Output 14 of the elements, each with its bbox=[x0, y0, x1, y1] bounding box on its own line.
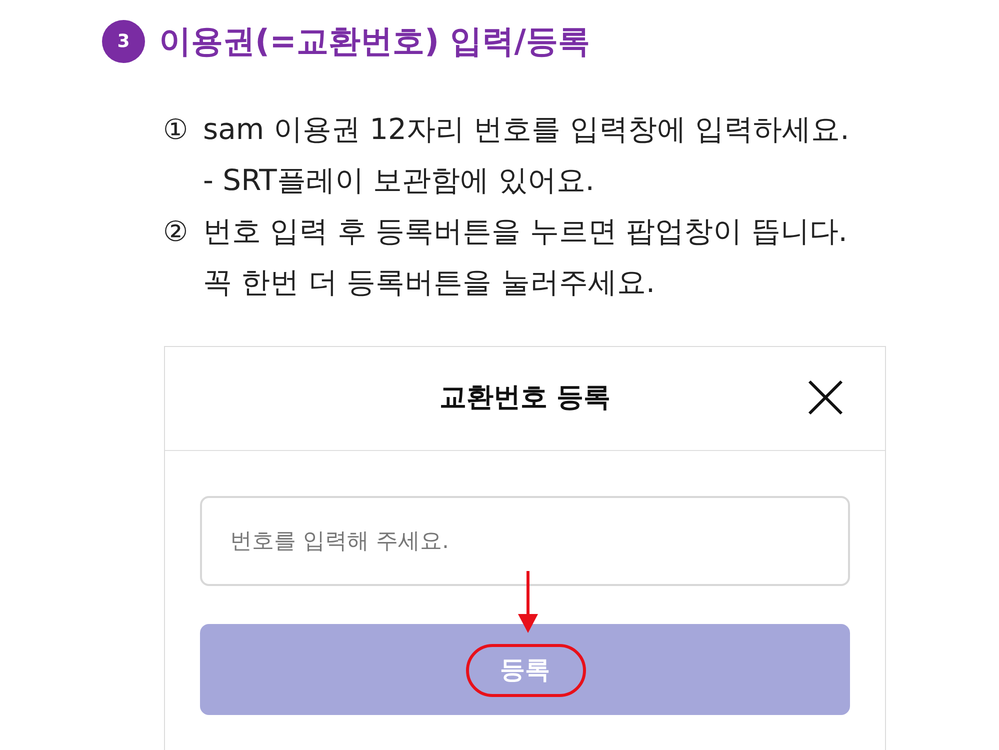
step-marker: ② bbox=[163, 214, 190, 250]
section-title: 이용권(=교환번호) 입력/등록 bbox=[159, 21, 590, 62]
instruction-text: 번호 입력 후 등록버튼을 누르면 팝업창이 뜹니다. bbox=[203, 213, 848, 250]
pointer-arrow-icon bbox=[517, 571, 539, 633]
number-input[interactable]: 번호를 입력해 주세요. bbox=[200, 496, 850, 586]
register-button[interactable]: 등록 bbox=[200, 624, 850, 715]
dialog-title: 교환번호 등록 bbox=[439, 381, 611, 416]
instruction-text: sam 이용권 12자리 번호를 입력창에 입력하세요. bbox=[203, 111, 850, 148]
instruction-text: - SRT플레이 보관함에 있어요. bbox=[203, 162, 596, 199]
step-number-badge: 3 bbox=[102, 20, 145, 63]
instruction-text: 꼭 한번 더 등록버튼을 눌러주세요. bbox=[203, 264, 656, 301]
close-button[interactable] bbox=[808, 380, 843, 415]
step-marker: ① bbox=[163, 112, 190, 148]
close-icon bbox=[808, 380, 843, 415]
